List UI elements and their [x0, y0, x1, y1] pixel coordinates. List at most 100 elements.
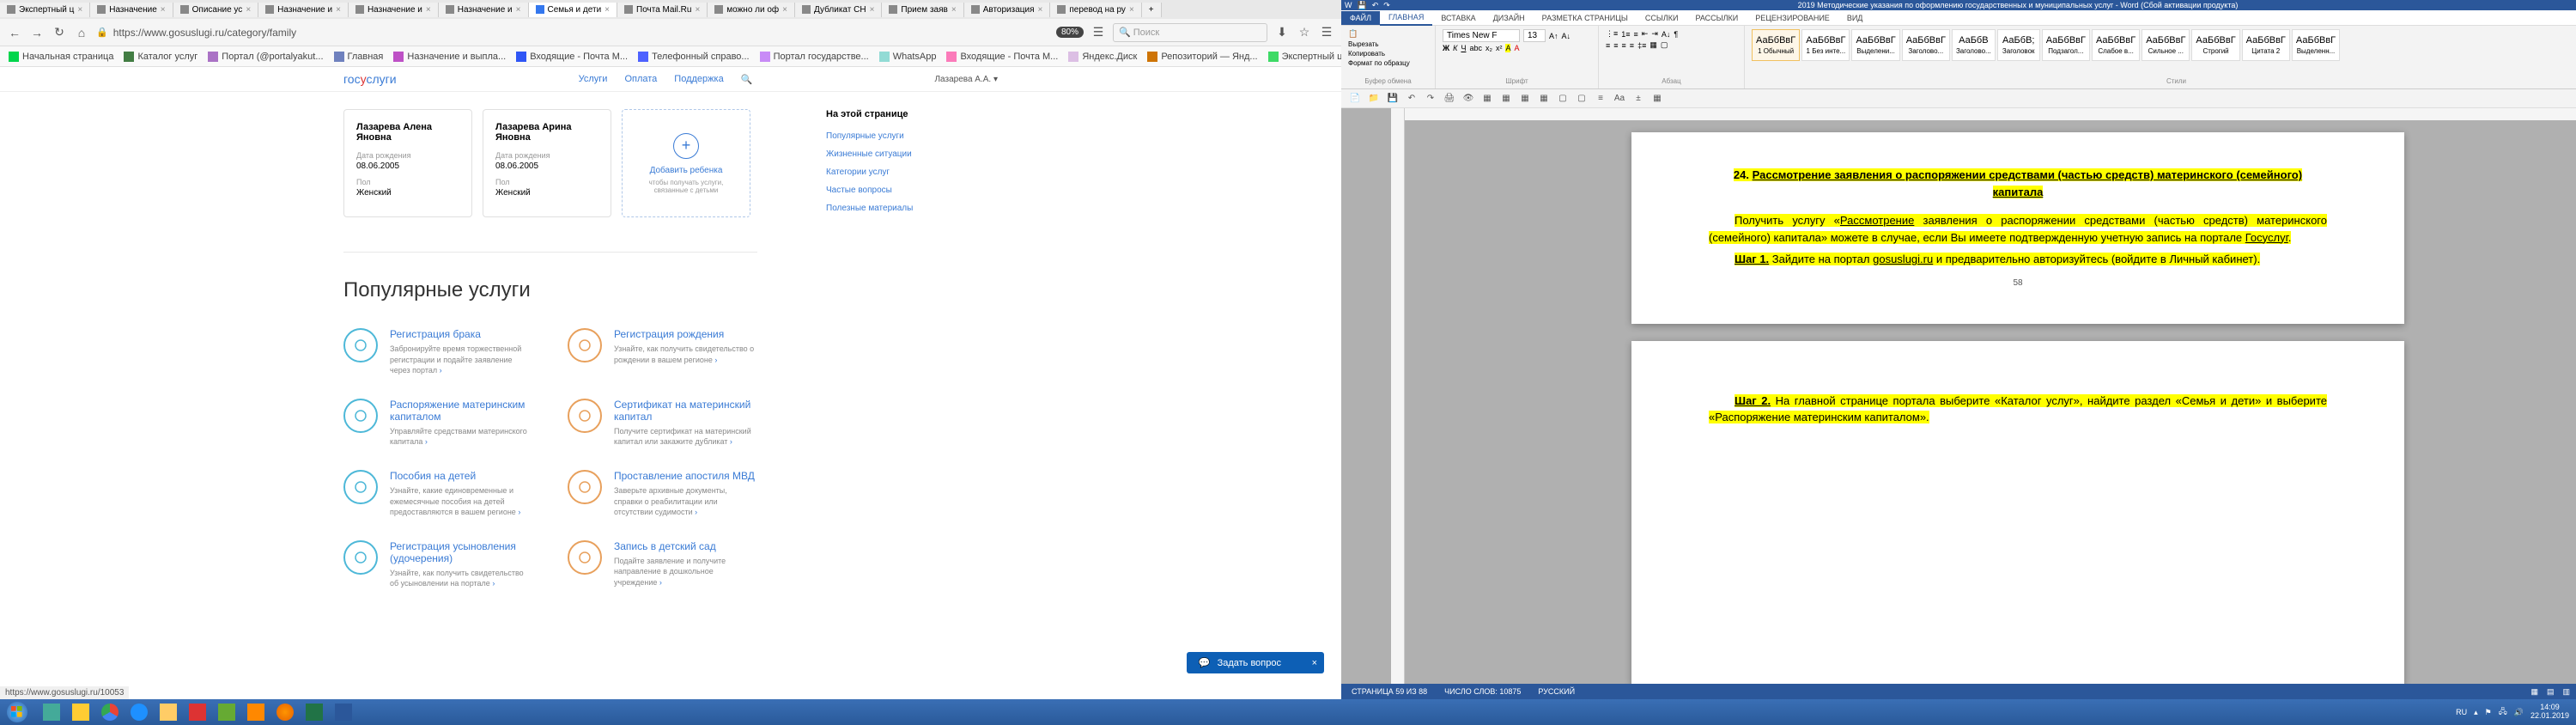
style-item[interactable]: АаБбВвГ1 Обычный [1752, 29, 1800, 61]
close-icon[interactable]: × [1312, 658, 1317, 668]
close-icon[interactable]: × [77, 5, 82, 15]
qat-icon[interactable]: ↷ [1424, 92, 1437, 106]
qat-icon[interactable]: Aa [1613, 92, 1626, 106]
style-item[interactable]: АаБбВвГСтрогий [2191, 29, 2239, 61]
nav-services[interactable]: Услуги [579, 74, 608, 84]
user-menu[interactable]: Лазарева А.А. ▾ [934, 75, 998, 84]
close-icon[interactable]: × [605, 5, 610, 15]
copy-button[interactable]: Копировать [1348, 50, 1385, 58]
qat-icon[interactable]: ▢ [1575, 92, 1589, 106]
download-icon[interactable]: ⬇ [1274, 25, 1290, 40]
align-right-icon[interactable]: ≡ [1622, 41, 1626, 50]
bookmark-item[interactable]: Яндекс.Диск [1068, 52, 1137, 62]
service-title[interactable]: Проставление апостиля МВД [614, 470, 757, 482]
redo-icon[interactable]: ↷ [1383, 1, 1390, 10]
multilevel-icon[interactable]: ≡ [1634, 30, 1638, 39]
qat-icon[interactable]: ▦ [1518, 92, 1532, 106]
side-link[interactable]: Категории услуг [826, 168, 998, 177]
ask-question-button[interactable]: 💬 Задать вопрос × [1187, 652, 1324, 673]
save-icon[interactable]: 💾 [1358, 1, 1367, 10]
justify-icon[interactable]: ≡ [1630, 41, 1634, 50]
zoom-badge[interactable]: 80% [1056, 27, 1084, 38]
shrink-font-icon[interactable]: A↓ [1562, 32, 1571, 40]
underline-button[interactable]: Ч [1461, 44, 1466, 52]
close-icon[interactable]: × [246, 5, 251, 15]
close-icon[interactable]: × [1129, 5, 1134, 15]
numbering-icon[interactable]: 1≡ [1621, 30, 1630, 39]
browser-tab[interactable]: Авторизация× [964, 3, 1051, 17]
new-tab-button[interactable]: + [1142, 3, 1162, 17]
qat-icon[interactable]: ▦ [1537, 92, 1551, 106]
gosuslugi-logo[interactable]: госуслуги [343, 72, 397, 86]
side-link[interactable]: Жизненные ситуации [826, 149, 998, 159]
cut-button[interactable]: Вырезать [1348, 40, 1379, 48]
bookmark-item[interactable]: Главная [334, 52, 384, 62]
view-web-icon[interactable]: ▥ [2562, 687, 2570, 697]
font-name-select[interactable]: Times New F [1443, 29, 1520, 42]
borders-icon[interactable]: ▢ [1661, 40, 1668, 50]
firefox-icon[interactable] [271, 701, 299, 723]
view-read-icon[interactable]: ▤ [2547, 687, 2555, 697]
reader-icon[interactable]: ☰ [1091, 25, 1106, 40]
qat-icon[interactable]: ▦ [1480, 92, 1494, 106]
bookmark-item[interactable]: Входящие - Почта М... [946, 52, 1058, 62]
browser-tab[interactable]: Прием заяв× [882, 3, 963, 17]
volume-icon[interactable]: 🔊 [2514, 708, 2524, 717]
close-icon[interactable]: × [516, 5, 521, 15]
excel-icon[interactable] [301, 701, 328, 723]
browser-tab[interactable]: Назначение и× [349, 3, 439, 17]
language-status[interactable]: РУССКИЙ [1538, 687, 1575, 696]
doc-page[interactable]: 24. Рассмотрение заявления о распоряжени… [1631, 132, 2404, 324]
style-item[interactable]: АаБбВ;Заголовок [1997, 29, 2040, 61]
browser-tab[interactable]: Дубликат СН× [795, 3, 882, 17]
style-item[interactable]: АаБбВвГВыделени... [1851, 29, 1899, 61]
close-icon[interactable]: × [782, 5, 787, 15]
search-box[interactable]: 🔍 Поиск [1113, 23, 1267, 42]
service-title[interactable]: Распоряжение материнским капиталом [390, 399, 533, 423]
close-icon[interactable]: × [336, 5, 341, 15]
service-title[interactable]: Запись в детский сад [614, 540, 757, 552]
subscript-button[interactable]: x₂ [1485, 44, 1492, 52]
browser-tab[interactable]: Назначение× [90, 3, 173, 17]
side-link[interactable]: Популярные услуги [826, 131, 998, 141]
qat-icon[interactable]: 👁 [1461, 92, 1475, 106]
app-icon[interactable] [38, 701, 65, 723]
page-status[interactable]: СТРАНИЦА 59 ИЗ 88 [1352, 687, 1427, 696]
indent-inc-icon[interactable]: ⇥ [1651, 29, 1658, 39]
browser-tab[interactable]: Описание ус× [173, 3, 259, 17]
format-painter[interactable]: Формат по образцу [1348, 59, 1410, 67]
close-icon[interactable]: × [426, 5, 431, 15]
browser-tab[interactable]: можно ли оф× [708, 3, 795, 17]
browser-tab[interactable]: Назначение и× [439, 3, 529, 17]
forward-button[interactable]: → [29, 25, 45, 40]
style-item[interactable]: АаБбВвГСлабое в... [2092, 29, 2140, 61]
grow-font-icon[interactable]: A↑ [1549, 32, 1558, 40]
service-title[interactable]: Регистрация рождения [614, 328, 757, 340]
style-item[interactable]: АаБбВвГЗаголово... [1902, 29, 1950, 61]
add-child-card[interactable]: + Добавить ребенка чтобы получать услуги… [622, 109, 750, 217]
home-button[interactable]: ⌂ [74, 25, 89, 40]
align-center-icon[interactable]: ≡ [1613, 41, 1618, 50]
close-icon[interactable]: × [951, 5, 957, 15]
qat-icon[interactable]: ▦ [1499, 92, 1513, 106]
align-left-icon[interactable]: ≡ [1606, 41, 1610, 50]
view-print-icon[interactable]: ▦ [2530, 687, 2538, 697]
ribbon-tab[interactable]: ССЫЛКИ [1637, 11, 1687, 25]
word-icon[interactable] [330, 701, 357, 723]
bullets-icon[interactable]: ⋮≡ [1606, 29, 1618, 39]
tc-icon[interactable] [67, 701, 94, 723]
superscript-button[interactable]: x² [1496, 44, 1503, 52]
app-icon[interactable] [184, 701, 211, 723]
word-count[interactable]: ЧИСЛО СЛОВ: 10875 [1444, 687, 1521, 696]
app-icon[interactable] [213, 701, 240, 723]
paste-button[interactable]: 📋 [1348, 29, 1358, 39]
chrome-icon[interactable] [96, 701, 124, 723]
font-color-button[interactable]: A [1514, 44, 1519, 52]
qat-icon[interactable]: ↶ [1405, 92, 1419, 106]
app-icon[interactable] [242, 701, 270, 723]
browser-tab[interactable]: Семья и дети× [529, 3, 618, 17]
ribbon-tab[interactable]: ВИД [1838, 11, 1872, 25]
nav-support[interactable]: Поддержка [674, 74, 723, 84]
ie-icon[interactable] [125, 701, 153, 723]
ribbon-tab[interactable]: РАЗМЕТКА СТРАНИЦЫ [1534, 11, 1637, 25]
